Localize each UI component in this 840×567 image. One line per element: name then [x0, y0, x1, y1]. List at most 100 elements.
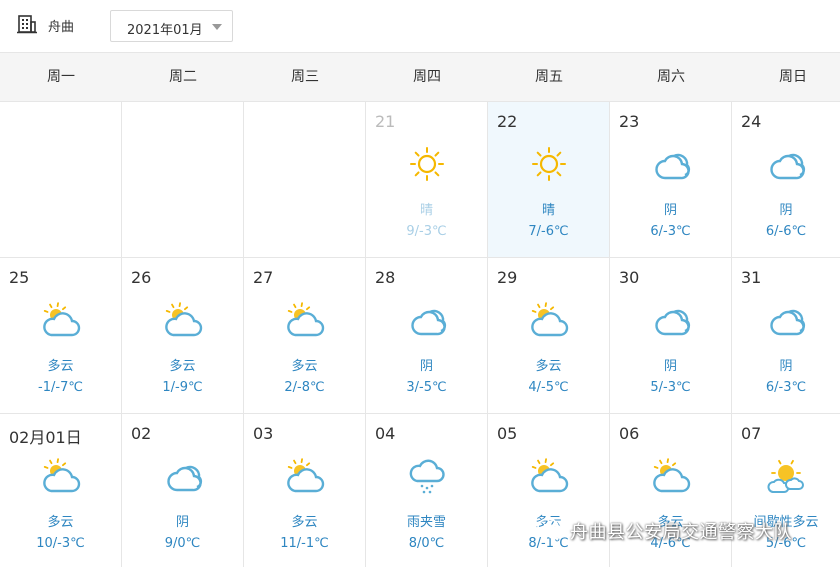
weather-condition: 多云: [291, 515, 318, 530]
day-number: 05: [497, 424, 518, 443]
day-number: 23: [619, 112, 640, 131]
day-number: 21: [375, 112, 396, 131]
temperature-range: 10/-3℃: [36, 536, 85, 551]
weekday-label: 周六: [657, 69, 685, 85]
day-number: 07: [741, 424, 762, 443]
day-number: 02月01日: [9, 428, 82, 447]
watermark-text: 舟曲县公安局交通警察大队: [570, 522, 792, 543]
partly-cloudy-icon: [287, 458, 325, 493]
day-cell[interactable]: 27 多云 2/-8℃: [244, 258, 366, 414]
watermark: 舟曲县公安局交通警察大队: [536, 512, 836, 548]
weather-condition: 晴: [419, 203, 433, 218]
day-cell[interactable]: 02月01日 多云 10/-3℃: [0, 414, 122, 567]
day-cell[interactable]: 03 多云 11/-1℃: [244, 414, 366, 567]
weather-condition: 阴: [663, 359, 677, 374]
weather-condition: 晴: [541, 203, 555, 218]
day-cell[interactable]: 21 晴 9/-3℃: [366, 102, 488, 258]
day-cell[interactable]: 26 多云 1/-9℃: [122, 258, 244, 414]
temperature-range: 6/-6℃: [765, 224, 807, 239]
weekday-label: 周五: [535, 69, 563, 85]
day-number: 22: [497, 112, 518, 131]
weather-condition: 多云: [47, 359, 74, 374]
weekday-label: 周二: [169, 69, 197, 85]
temperature-range: 6/-3℃: [650, 224, 691, 239]
partly-cloudy-icon: [43, 302, 81, 337]
wechat-logo-icon: [537, 518, 564, 540]
weather-condition: 雨夹雪: [406, 515, 446, 530]
building-icon: [17, 15, 37, 34]
top-bar: 舟曲 2021年01月: [0, 0, 840, 52]
overcast-icon: [655, 309, 691, 336]
temperature-range: 1/-9℃: [162, 380, 203, 395]
day-number: 24: [741, 112, 762, 131]
partly-cloudy-icon: [165, 302, 203, 337]
day-cell[interactable]: 04 雨夹雪 8/0℃: [366, 414, 488, 567]
day-number: 28: [375, 268, 396, 287]
weekday-label: 周一: [47, 69, 75, 85]
weather-condition: 阴: [779, 203, 793, 218]
sunny-icon: [532, 147, 566, 181]
day-cell[interactable]: 22 晴 7/-6℃: [488, 102, 610, 258]
weekday-label: 周日: [779, 69, 807, 85]
partly-cloudy-icon: [43, 458, 81, 493]
day-number: 31: [741, 268, 762, 287]
day-cell[interactable]: 28 阴 3/-5℃: [366, 258, 488, 414]
temperature-range: 3/-5℃: [406, 380, 447, 395]
temperature-range: 9/0℃: [164, 536, 201, 551]
day-cell[interactable]: 25 多云 -1/-7℃: [0, 258, 122, 414]
sunny-icon: [410, 147, 444, 181]
weather-condition: 阴: [663, 203, 677, 218]
temperature-range: 6/-3℃: [765, 380, 807, 395]
day-number: 27: [253, 268, 274, 287]
temperature-range: 5/-3℃: [650, 380, 691, 395]
sleet-icon: [409, 459, 445, 494]
day-number: 26: [131, 268, 152, 287]
intermittent-cloudy-icon: [767, 459, 804, 493]
empty-cell: [244, 102, 366, 258]
city-name[interactable]: 舟曲: [48, 16, 74, 35]
weather-condition: 多云: [169, 359, 196, 374]
day-cell[interactable]: 30 阴 5/-3℃: [610, 258, 732, 414]
temperature-range: 4/-5℃: [528, 380, 569, 395]
partly-cloudy-icon: [653, 458, 691, 493]
overcast-icon: [655, 153, 691, 180]
empty-cell: [122, 102, 244, 258]
day-number: 25: [9, 268, 30, 287]
partly-cloudy-icon: [531, 302, 569, 337]
calendar-grid: 21 晴 9/-3℃ 22 晴 7/-6℃ 23 阴 6/-3℃ 24 阴 6/-6℃…: [0, 102, 840, 567]
overcast-icon: [411, 309, 447, 336]
day-number: 02: [131, 424, 152, 443]
day-number: 04: [375, 424, 396, 443]
weekday-label: 周三: [291, 69, 319, 85]
temperature-range: 11/-1℃: [280, 536, 329, 551]
day-cell[interactable]: 24 阴 6/-6℃: [732, 102, 840, 258]
caret-down-icon: [212, 24, 222, 30]
day-number: 03: [253, 424, 274, 443]
overcast-icon: [770, 309, 806, 336]
day-number: 29: [497, 268, 518, 287]
day-cell[interactable]: 23 阴 6/-3℃: [610, 102, 732, 258]
temperature-range: -1/-7℃: [38, 380, 83, 395]
weather-condition: 多云: [535, 359, 562, 374]
weather-condition: 多云: [291, 359, 318, 374]
month-select-value: 2021年01月: [127, 23, 203, 38]
overcast-icon: [770, 153, 806, 180]
weather-condition: 阴: [175, 515, 189, 530]
temperature-range: 8/0℃: [408, 536, 445, 551]
day-cell[interactable]: 02 阴 9/0℃: [122, 414, 244, 567]
empty-cell: [0, 102, 122, 258]
day-cell[interactable]: 31 阴 6/-3℃: [732, 258, 840, 414]
month-select[interactable]: 2021年01月: [110, 10, 233, 42]
day-number: 30: [619, 268, 640, 287]
day-cell[interactable]: 29 多云 4/-5℃: [488, 258, 610, 414]
temperature-range: 9/-3℃: [406, 224, 447, 239]
weather-condition: 阴: [779, 359, 793, 374]
weather-condition: 多云: [47, 515, 74, 530]
weekday-label: 周四: [413, 69, 441, 85]
weather-condition: 阴: [419, 359, 433, 374]
weekday-header: 周一 周二 周三 周四 周五 周六 周日: [0, 52, 840, 102]
temperature-range: 2/-8℃: [284, 380, 325, 395]
partly-cloudy-icon: [531, 458, 569, 493]
overcast-icon: [167, 465, 203, 492]
temperature-range: 7/-6℃: [528, 224, 569, 239]
